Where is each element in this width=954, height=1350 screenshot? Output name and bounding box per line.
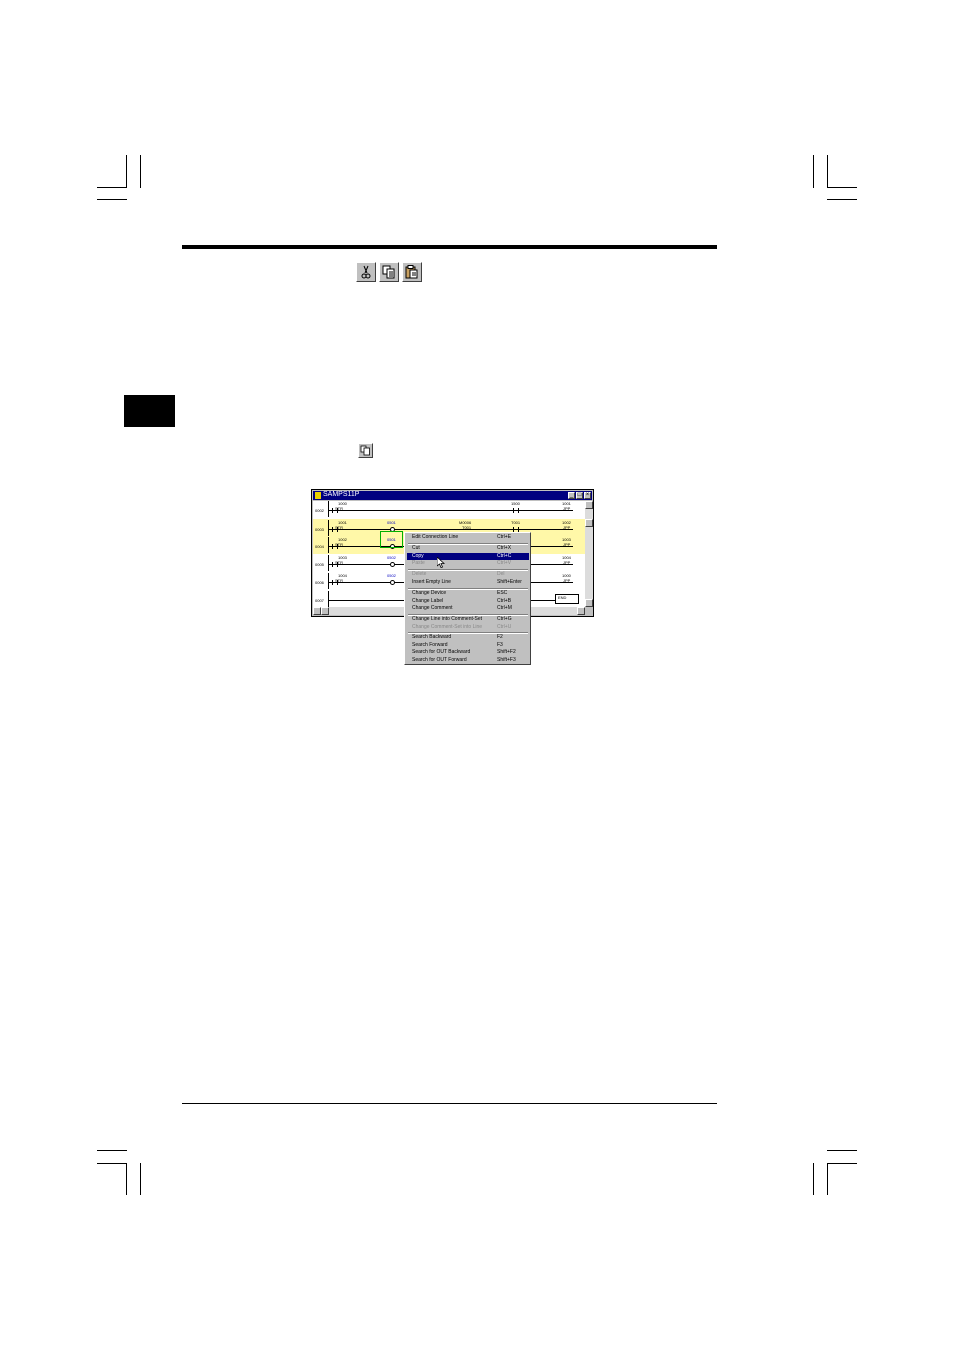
device-label: JPP (563, 542, 571, 547)
menu-item-insert-empty-line[interactable]: Insert Empty Line Shift+Enter (407, 579, 529, 587)
contact-symbol (332, 562, 338, 567)
rung-line (329, 529, 573, 530)
device-label: JPP (563, 525, 571, 530)
rung-number: 0006 (315, 580, 324, 585)
power-rail (328, 591, 329, 607)
rung-number: 0005 (315, 562, 324, 567)
rung-number: 0007 (315, 598, 324, 603)
header-rule (182, 245, 717, 249)
crop-mark (97, 1163, 127, 1164)
crop-mark (140, 1163, 141, 1195)
crop-mark (126, 155, 127, 188)
menu-item-change-comment[interactable]: Change Comment Ctrl+M (407, 605, 529, 613)
copy-button[interactable] (379, 262, 399, 282)
coil-symbol (390, 562, 395, 567)
device-label: 0502 (387, 555, 396, 560)
cut-button[interactable] (356, 262, 376, 282)
maximize-button[interactable]: □ (576, 492, 583, 499)
crop-mark (827, 187, 857, 188)
menu-item-line-to-comment-set[interactable]: Change Line into Comment-Set Ctrl+G (407, 616, 529, 624)
device-label: T001 (511, 520, 521, 525)
power-rail (328, 501, 329, 517)
contact-symbol (332, 544, 338, 549)
crop-mark (97, 1150, 127, 1151)
device-label: END (558, 595, 567, 600)
power-rail (328, 573, 329, 589)
window-titlebar[interactable]: SAMPS11P _ □ × (313, 491, 592, 500)
footer-rule (182, 1103, 717, 1104)
copy-icon (382, 265, 395, 279)
cut-icon (361, 265, 371, 279)
crop-mark (827, 1163, 857, 1164)
chapter-tab (124, 395, 175, 427)
crop-mark (97, 199, 127, 200)
mouse-pointer-icon (437, 557, 445, 568)
scroll-right-button[interactable] (577, 607, 585, 615)
menu-item-search-out-backward[interactable]: Search for OUT Backward Shift+F2 (407, 649, 529, 657)
context-menu: Edit Connection Line Ctrl+E Cut Ctrl+X Cop… (404, 532, 531, 665)
contact-symbol (332, 527, 338, 532)
power-rail (328, 537, 329, 553)
end-instruction-box: END (555, 594, 579, 604)
contact-symbol (332, 508, 338, 513)
rung-line (329, 510, 573, 511)
device-label: 1500 (511, 501, 520, 506)
device-label: 0501 (387, 520, 396, 525)
menu-item-copy[interactable]: Copy Ctrl+C (407, 552, 529, 560)
vertical-scrollbar[interactable] (585, 501, 593, 607)
device-label: 0502 (387, 573, 396, 578)
scroll-thumb[interactable] (321, 607, 329, 615)
crop-mark (827, 155, 828, 188)
menu-item-search-forward[interactable]: Search Forward F3 (407, 642, 529, 650)
menu-item-search-backward[interactable]: Search Backward F2 (407, 634, 529, 642)
device-label: JPP (563, 506, 571, 511)
menu-item-paste[interactable]: Paste Ctrl+V (407, 560, 529, 568)
crop-mark (827, 1163, 828, 1195)
contact-symbol (332, 580, 338, 585)
copy-icon (360, 445, 370, 456)
scroll-down-button[interactable] (585, 599, 593, 607)
power-rail (328, 555, 329, 571)
selected-device-cursor[interactable] (380, 531, 403, 548)
crop-mark (827, 199, 857, 200)
window-title: SAMPS11P (323, 491, 360, 498)
rung-number: 0004 (315, 544, 324, 549)
contact-symbol (513, 508, 519, 513)
menu-item-delete[interactable]: Delete Del (407, 571, 529, 579)
menu-item-change-label[interactable]: Change Label Ctrl+B (407, 598, 529, 606)
coil-symbol (390, 580, 395, 585)
menu-item-edit-connection-line[interactable]: Edit Connection Line Ctrl+E (407, 534, 529, 542)
rung-number: 0002 (315, 508, 324, 513)
device-label: JPP (563, 560, 571, 565)
crop-mark (813, 1163, 814, 1195)
crop-mark (126, 1163, 127, 1195)
rung-number: 0003 (315, 527, 324, 532)
crop-mark (140, 155, 141, 188)
power-rail (328, 520, 329, 536)
crop-mark (97, 187, 127, 188)
paste-icon (405, 265, 418, 279)
close-button[interactable]: × (584, 492, 591, 499)
menu-item-search-out-forward[interactable]: Search for OUT Forward Shift+F3 (407, 657, 529, 665)
scroll-left-button[interactable] (313, 607, 321, 615)
menu-item-comment-set-to-line[interactable]: Change Comment-Set into Line Ctrl+U (407, 624, 529, 632)
copy-button-small[interactable] (358, 443, 373, 458)
device-label: T001 (462, 525, 472, 530)
scroll-thumb[interactable] (585, 519, 593, 527)
scroll-up-button[interactable] (585, 501, 593, 509)
minimize-button[interactable]: _ (568, 492, 575, 499)
menu-item-change-device[interactable]: Change Device ESC (407, 590, 529, 598)
document-icon (315, 492, 321, 499)
crop-mark (827, 1150, 857, 1151)
paste-button[interactable] (402, 262, 422, 282)
ladder-rung[interactable]: 0002 1000 STR 1500 1001 JPP (313, 501, 585, 517)
crop-mark (813, 155, 814, 188)
menu-item-cut[interactable]: Cut Ctrl+X (407, 545, 529, 553)
device-label: JPP (563, 578, 571, 583)
